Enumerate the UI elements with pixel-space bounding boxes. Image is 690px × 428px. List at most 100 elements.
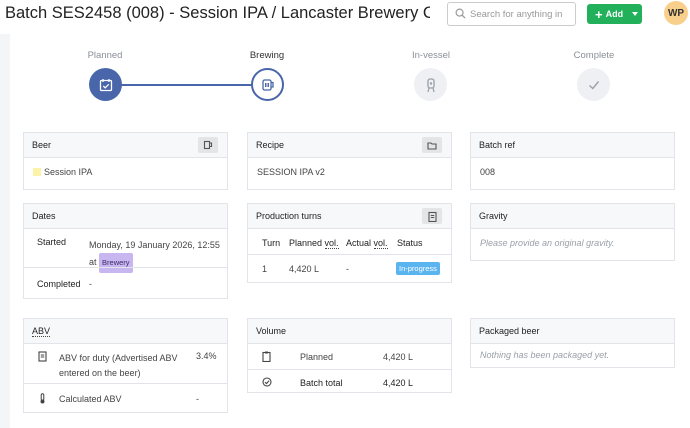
- top-bar: Batch SES2458 (008) - Session IPA / Lanc…: [0, 0, 690, 34]
- column-planned-volume: Planned vol.: [289, 238, 339, 249]
- calculated-abv-label: Calculated ABV: [59, 394, 122, 404]
- plus-icon: +: [595, 6, 603, 22]
- gravity-empty-text: Please provide an original gravity.: [480, 238, 615, 248]
- add-button-label: Add: [605, 9, 624, 19]
- beer-card: Beer Session IPA: [23, 132, 228, 190]
- turns-header-divider: [248, 254, 451, 255]
- dates-divider: [24, 267, 227, 268]
- beer-link-button[interactable]: [198, 137, 218, 153]
- recipe-card-body: SESSION IPA v2: [248, 158, 451, 186]
- batch-content: Planned Brewing In-vessel Complete Beer …: [10, 34, 690, 428]
- thermometer-icon: [40, 393, 45, 404]
- column-turn: Turn: [262, 238, 281, 248]
- dates-card-title: Dates: [32, 211, 56, 221]
- volume-card: Volume Planned 4,420 L Batch total 4,420…: [247, 318, 452, 393]
- turn-planned-volume: 4,420 L: [289, 264, 320, 274]
- step-in-vessel[interactable]: [414, 68, 447, 101]
- turn-number: 1: [262, 264, 268, 274]
- status-badge: In-progress: [396, 262, 440, 275]
- packaged-empty-text: Nothing has been packaged yet.: [480, 350, 610, 360]
- recipe-name[interactable]: SESSION IPA v2: [257, 167, 325, 177]
- recipe-card: Recipe SESSION IPA v2: [247, 132, 452, 190]
- packaged-beer-card-header: Packaged beer: [471, 319, 674, 344]
- abv-card: ABV ABV for duty (Advertised ABV entered…: [23, 318, 228, 413]
- gravity-card-title: Gravity: [479, 211, 508, 221]
- volume-divider: [248, 369, 451, 370]
- dates-card-header: Dates: [24, 204, 227, 229]
- location-tag[interactable]: Brewery: [99, 253, 133, 273]
- production-turns-card: Production turns Turn Planned vol. Actua…: [247, 203, 452, 283]
- calculated-abv-icon-wrap: [39, 393, 46, 406]
- check-circle-icon: [262, 377, 272, 387]
- fermenter-icon: [426, 77, 435, 92]
- batch-ref-card-header: Batch ref: [471, 133, 674, 158]
- duty-abv-row-icon-wrap: [38, 351, 47, 364]
- gravity-card-header: Gravity: [471, 204, 674, 229]
- recipe-card-title: Recipe: [256, 140, 285, 150]
- abv-card-header: ABV: [24, 319, 227, 344]
- beer-glass-icon: [203, 140, 213, 150]
- recipe-link-button[interactable]: [422, 137, 442, 153]
- search-icon: [455, 8, 466, 19]
- checkmark-icon: [588, 80, 599, 90]
- chevron-down-icon: [632, 12, 639, 16]
- beer-name[interactable]: Session IPA: [44, 167, 92, 177]
- production-turns-card-header: Production turns: [248, 204, 451, 229]
- started-value: Monday, 19 January 2026, 12:55: [89, 240, 220, 250]
- abv-divider: [24, 383, 227, 384]
- batch-ref-card: Batch ref 008: [470, 132, 675, 190]
- packaged-beer-card: Packaged beer Nothing has been packaged …: [470, 318, 675, 368]
- packaged-beer-card-title: Packaged beer: [479, 326, 540, 336]
- batch-ref-value: 008: [480, 167, 496, 177]
- avatar[interactable]: WP: [664, 1, 688, 25]
- step-label-brewing: Brewing: [249, 50, 285, 61]
- batch-ref-card-body: 008: [471, 158, 674, 186]
- gravity-card: Gravity Please provide an original gravi…: [470, 203, 675, 261]
- search-input[interactable]: [470, 4, 574, 24]
- dates-card: Dates Started Monday, 19 January 2026, 1…: [23, 203, 228, 299]
- beer-card-body: Session IPA: [24, 158, 227, 186]
- production-turns-action-button[interactable]: [422, 208, 442, 224]
- page-title: Batch SES2458 (008) - Session IPA / Lanc…: [5, 4, 430, 22]
- step-planned[interactable]: [89, 68, 122, 101]
- completed-value: -: [89, 279, 92, 289]
- planned-volume-value: 4,420 L: [383, 352, 414, 362]
- recipe-card-header: Recipe: [248, 133, 451, 158]
- clipboard-icon: [427, 211, 437, 222]
- step-label-planned: Planned: [87, 50, 123, 61]
- brew-kettle-icon: [261, 78, 274, 91]
- calculated-abv-value: -: [196, 394, 199, 404]
- step-label-complete: Complete: [573, 50, 615, 61]
- step-complete[interactable]: [577, 68, 610, 101]
- duty-abv-value: 3.4%: [196, 351, 217, 361]
- step-brewing[interactable]: [251, 68, 284, 101]
- beer-card-header: Beer: [24, 133, 227, 158]
- add-button[interactable]: + Add: [587, 4, 642, 24]
- volume-card-header: Volume: [248, 319, 451, 344]
- batch-total-label: Batch total: [300, 378, 343, 388]
- search-box[interactable]: [447, 2, 576, 26]
- column-actual-volume: Actual vol.: [346, 238, 388, 249]
- completed-label: Completed: [37, 279, 81, 289]
- batch-total-value: 4,420 L: [383, 378, 414, 388]
- calendar-check-icon: [99, 78, 112, 91]
- beer-card-title: Beer: [32, 140, 52, 150]
- production-turns-card-title: Production turns: [256, 211, 322, 221]
- column-status: Status: [397, 238, 423, 248]
- started-label: Started: [37, 237, 67, 247]
- batch-ref-card-title: Batch ref: [479, 140, 516, 150]
- clipboard-icon: [262, 351, 271, 363]
- beer-color-swatch: [33, 168, 41, 176]
- duty-abv-label: ABV for duty (Advertised ABV entered on …: [59, 353, 178, 378]
- folder-icon: [427, 141, 437, 150]
- step-label-in-vessel: In-vessel: [411, 50, 450, 61]
- at-label: at: [89, 257, 97, 267]
- turn-status: In-progress: [396, 262, 440, 275]
- volume-card-title: Volume: [256, 326, 287, 336]
- planned-volume-icon-wrap: [262, 351, 271, 364]
- progress-line: [106, 84, 254, 86]
- batch-total-icon-wrap: [262, 377, 272, 389]
- planned-volume-label: Planned: [300, 352, 334, 362]
- turn-actual-volume: -: [346, 264, 349, 274]
- abv-card-title: ABV: [32, 325, 51, 337]
